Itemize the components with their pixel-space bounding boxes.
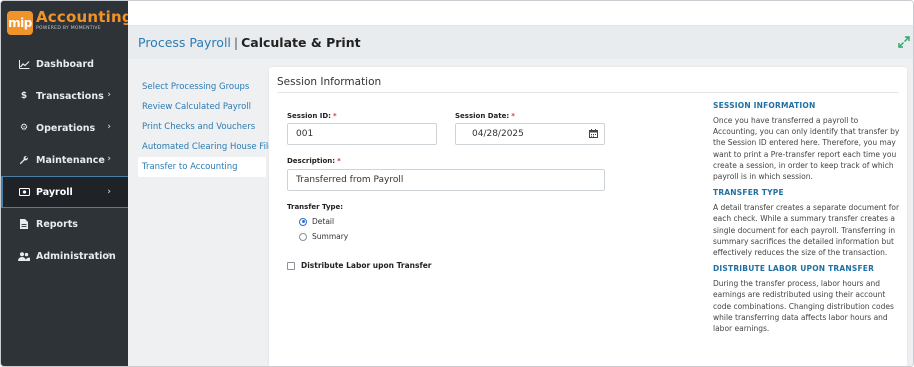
users-icon	[18, 251, 30, 261]
description-field[interactable]: Transferred from Payroll	[287, 169, 605, 191]
required-mark: *	[332, 112, 337, 120]
help-text-distribute-labor: During the transfer process, labor hours…	[713, 279, 894, 334]
transfer-option-label: Detail	[312, 217, 335, 226]
top-bar	[128, 1, 913, 26]
distribute-labor-checkbox-row[interactable]: Distribute Labor upon Transfer	[287, 261, 432, 270]
description-value: Transferred from Payroll	[296, 175, 404, 185]
page-header: Process Payroll | Calculate & Print	[128, 26, 913, 59]
chevron-right-icon: ›	[107, 90, 111, 100]
page-title-main: Process Payroll	[138, 35, 231, 50]
step-select-processing-groups[interactable]: Select Processing Groups	[138, 77, 266, 97]
sidebar-item-label: Reports	[36, 218, 78, 230]
sidebar-nav: Dashboard $ Transactions › ⚙ Operations …	[1, 48, 128, 272]
money-icon	[18, 188, 30, 196]
sidebar-item-transactions[interactable]: $ Transactions ›	[1, 80, 128, 112]
sidebar-item-label: Dashboard	[36, 58, 94, 70]
chart-icon	[18, 59, 30, 69]
session-date-label-text: Session Date:	[455, 112, 510, 120]
dollar-icon: $	[20, 91, 28, 101]
radio-button-checked[interactable]	[299, 217, 307, 226]
expand-icon[interactable]	[898, 36, 910, 48]
transfer-type-label: Transfer Type:	[287, 203, 344, 211]
description-label: Description: *	[287, 157, 341, 165]
session-date-value: 04/28/2025	[472, 129, 524, 139]
wrench-icon	[18, 155, 30, 165]
help-text-session-information: Once you have transferred a payroll to A…	[713, 116, 900, 182]
logo[interactable]: mip Accounting POWERED BY MOMENTIVE	[1, 1, 133, 45]
sidebar-item-payroll[interactable]: Payroll ›	[1, 176, 128, 208]
chevron-right-icon: ›	[107, 187, 111, 197]
title-separator: |	[233, 35, 239, 50]
step-review-calculated-payroll[interactable]: Review Calculated Payroll	[138, 97, 266, 117]
step-print-checks-and-vouchers[interactable]: Print Checks and Vouchers	[138, 117, 266, 137]
content-area: Select Processing Groups Review Calculat…	[128, 59, 913, 366]
help-text-transfer-type: A detail transfer creates a separate doc…	[713, 203, 900, 258]
description-label-text: Description:	[287, 157, 336, 165]
sidebar-item-label: Maintenance	[36, 154, 105, 166]
session-id-field[interactable]: 001	[287, 123, 437, 145]
chevron-right-icon: ›	[107, 154, 111, 164]
sidebar-item-label: Administration	[36, 250, 116, 262]
help-panel: SESSION INFORMATION Once you have transf…	[713, 101, 903, 340]
page-title-sub: Calculate & Print	[241, 35, 361, 50]
chevron-right-icon: ›	[107, 122, 111, 132]
logo-subtitle: POWERED BY MOMENTIVE	[36, 26, 101, 31]
transfer-option-label: Summary	[312, 232, 349, 241]
session-date-field[interactable]: 04/28/2025	[455, 123, 605, 145]
help-heading-distribute-labor: DISTRIBUTE LABOR UPON TRANSFER	[713, 264, 875, 274]
step-automated-clearing-house-file[interactable]: Automated Clearing House File	[138, 137, 274, 157]
sidebar-item-operations[interactable]: ⚙ Operations ›	[1, 112, 128, 144]
sidebar-item-dashboard[interactable]: Dashboard	[1, 48, 128, 80]
process-steps: Select Processing Groups Review Calculat…	[138, 77, 274, 177]
help-heading-session-information: SESSION INFORMATION	[713, 101, 816, 110]
step-transfer-to-accounting[interactable]: Transfer to Accounting	[138, 157, 266, 177]
divider	[277, 92, 899, 93]
required-mark: *	[511, 112, 515, 120]
sidebar-item-administration[interactable]: Administration ›	[1, 240, 128, 272]
page-title: Process Payroll | Calculate & Print	[138, 35, 361, 50]
required-mark: *	[337, 157, 341, 165]
radio-button[interactable]	[299, 232, 307, 241]
session-date-label: Session Date: *	[455, 112, 515, 120]
sidebar-item-label: Operations	[36, 122, 96, 134]
sidebar-item-reports[interactable]: Reports	[1, 208, 128, 240]
gears-icon: ⚙	[19, 123, 29, 133]
distribute-labor-checkbox[interactable]	[287, 261, 295, 270]
sidebar: mip Accounting POWERED BY MOMENTIVE Dash…	[1, 1, 133, 366]
calendar-icon[interactable]	[589, 129, 598, 141]
sidebar-item-maintenance[interactable]: Maintenance ›	[1, 144, 128, 176]
section-title: Session Information	[277, 76, 382, 88]
distribute-labor-label: Distribute Labor upon Transfer	[301, 261, 432, 270]
chevron-right-icon: ›	[107, 250, 111, 260]
sidebar-item-label: Payroll	[36, 186, 73, 198]
document-icon	[18, 219, 30, 229]
app-window: mip Accounting POWERED BY MOMENTIVE Dash…	[0, 0, 914, 367]
session-id-label: Session ID: *	[287, 112, 337, 120]
logo-badge: mip	[7, 11, 33, 35]
session-panel: Session Information Session ID: * 001 Ses…	[269, 67, 907, 366]
session-id-value: 001	[296, 129, 314, 139]
session-id-label-text: Session ID:	[287, 112, 331, 120]
transfer-type-summary[interactable]: Summary	[299, 232, 348, 241]
sidebar-item-label: Transactions	[36, 90, 104, 102]
help-heading-transfer-type: TRANSFER TYPE	[713, 188, 784, 198]
transfer-type-detail[interactable]: Detail	[299, 217, 334, 226]
logo-title: Accounting	[36, 8, 133, 26]
